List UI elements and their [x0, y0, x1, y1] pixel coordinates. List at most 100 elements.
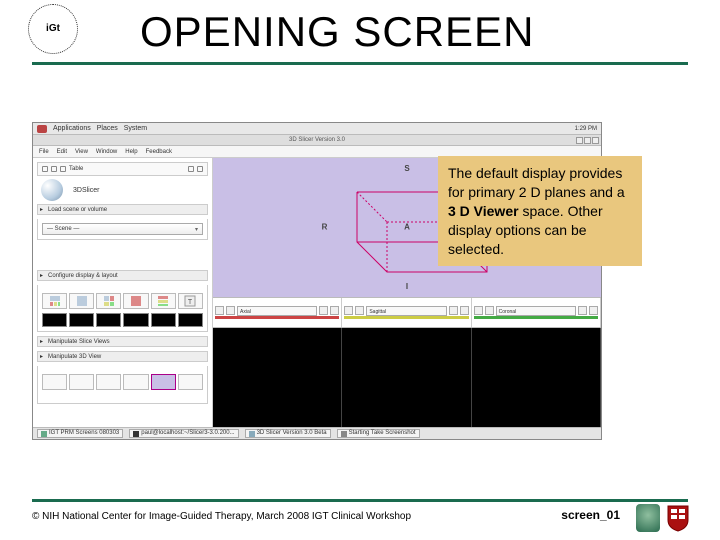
view-thumb[interactable] [178, 313, 203, 327]
desktop-panel: Applications Places System 1:29 PM [33, 123, 601, 135]
window-close-button[interactable] [592, 137, 599, 144]
scene-dropdown[interactable]: — Scene — [42, 223, 203, 235]
axis-label-r: R [322, 223, 328, 232]
axis-label-i: I [406, 282, 408, 291]
view-thumb[interactable] [123, 313, 148, 327]
tool-icon[interactable] [42, 166, 48, 172]
slice-btn[interactable] [485, 306, 494, 315]
slice-btn[interactable] [474, 306, 483, 315]
app-icon [41, 431, 47, 437]
toolbar-label: Table [69, 166, 83, 172]
window-maximize-button[interactable] [584, 137, 591, 144]
view-control[interactable] [42, 374, 67, 390]
slice-btn[interactable] [215, 306, 224, 315]
svg-text:T: T [188, 299, 193, 306]
footer-logos [636, 504, 690, 532]
slice-slider[interactable] [344, 316, 468, 319]
menu-feedback[interactable]: Feedback [146, 149, 172, 155]
axis-label-a: A [404, 223, 410, 232]
menu-edit[interactable]: Edit [57, 149, 67, 155]
partner-logo-1 [636, 504, 660, 532]
layout-option[interactable] [42, 293, 67, 309]
slice-btn[interactable] [226, 306, 235, 315]
callout-text-1: The default display provides for primary… [448, 165, 625, 200]
slice-btn[interactable] [589, 306, 598, 315]
module-header: 3DSlicer [37, 180, 208, 200]
slice-control-sagittal: Sagittal [342, 298, 471, 327]
slice-orient-dropdown[interactable]: Axial [237, 306, 317, 316]
menu-file[interactable]: File [39, 149, 49, 155]
slicer-logo-icon [41, 179, 63, 201]
gear-icon [341, 431, 347, 437]
tool-icon[interactable] [188, 166, 194, 172]
layout-option[interactable] [123, 293, 148, 309]
distro-icon [37, 125, 47, 133]
desktop-taskbar: IGT PRM Screens 080303 paul@localhost:~/… [33, 427, 601, 439]
org-logo-top: iGt [28, 4, 78, 54]
section-configure-layout[interactable]: Configure display & layout [37, 270, 208, 281]
slice-btn[interactable] [460, 306, 469, 315]
slice-btn[interactable] [330, 306, 339, 315]
module-title: 3DSlicer [73, 187, 99, 194]
footer-slide-label: screen_01 [561, 508, 620, 522]
slice-view-sagittal[interactable] [342, 328, 471, 427]
module-panel: Table 3DSlicer Load scene or volume — Sc… [33, 158, 213, 427]
window-minimize-button[interactable] [576, 137, 583, 144]
slice-btn[interactable] [319, 306, 328, 315]
slice-btn[interactable] [578, 306, 587, 315]
toolbar-row: Table [37, 162, 208, 176]
footer-copyright: © NIH National Center for Image-Guided T… [32, 511, 411, 522]
view-control[interactable] [123, 374, 148, 390]
slice-slider[interactable] [474, 316, 598, 319]
layout-option[interactable] [151, 293, 176, 309]
section-3d-view[interactable]: Manipulate 3D View [37, 351, 208, 362]
slice-orient-dropdown[interactable]: Coronal [496, 306, 576, 316]
slice-orient-dropdown[interactable]: Sagittal [366, 306, 446, 316]
slice-view-axial[interactable] [213, 328, 342, 427]
view-control[interactable] [178, 374, 203, 390]
slice-view-coronal[interactable] [472, 328, 601, 427]
scene-dropdown-value: — Scene — [47, 226, 79, 232]
view-control[interactable] [96, 374, 121, 390]
slice-btn[interactable] [344, 306, 353, 315]
section-slice-views[interactable]: Manipulate Slice Views [37, 336, 208, 347]
tool-icon[interactable] [60, 166, 66, 172]
layout-option[interactable] [96, 293, 121, 309]
slice-control-coronal: Coronal [472, 298, 601, 327]
callout-bold: 3 D Viewer [448, 203, 519, 219]
footer-divider [32, 499, 688, 502]
annotation-callout: The default display provides for primary… [438, 156, 642, 266]
taskbar-button[interactable]: IGT PRM Screens 080303 [37, 429, 123, 438]
slice-btn[interactable] [449, 306, 458, 315]
layout-option[interactable] [69, 293, 94, 309]
panel-menu-places[interactable]: Places [97, 125, 118, 132]
title-divider [32, 62, 688, 65]
taskbar-button[interactable]: 3D Slicer Version 3.0 Beta [245, 429, 331, 438]
slice-slider[interactable] [215, 316, 339, 319]
slicer-icon [249, 431, 255, 437]
layout-selector-grid: T [42, 293, 203, 309]
layout-option[interactable]: T [178, 293, 203, 309]
slice-btn[interactable] [355, 306, 364, 315]
tool-icon[interactable] [197, 166, 203, 172]
menu-help[interactable]: Help [125, 149, 137, 155]
slide-title: OPENING SCREEN [140, 8, 534, 56]
menu-view[interactable]: View [75, 149, 88, 155]
view-control[interactable] [151, 374, 176, 390]
view-thumb[interactable] [96, 313, 121, 327]
panel-menu-system[interactable]: System [124, 125, 147, 132]
menu-window[interactable]: Window [96, 149, 117, 155]
view-thumb[interactable] [151, 313, 176, 327]
view-thumb[interactable] [69, 313, 94, 327]
panel-menu-apps[interactable]: Applications [53, 125, 91, 132]
view-control[interactable] [69, 374, 94, 390]
window-title-text: 3D Slicer Version 3.0 [289, 137, 345, 143]
axis-label-s: S [404, 164, 409, 173]
taskbar-button[interactable]: paul@localhost:~/Slicer3-3.0.200... [129, 429, 238, 438]
view-thumb[interactable] [42, 313, 67, 327]
taskbar-button[interactable]: Starting Take Screenshot [337, 429, 420, 438]
partner-logo-2 [666, 504, 690, 532]
tool-icon[interactable] [51, 166, 57, 172]
section-load-scene[interactable]: Load scene or volume [37, 204, 208, 215]
slice-panes-row [213, 328, 601, 427]
